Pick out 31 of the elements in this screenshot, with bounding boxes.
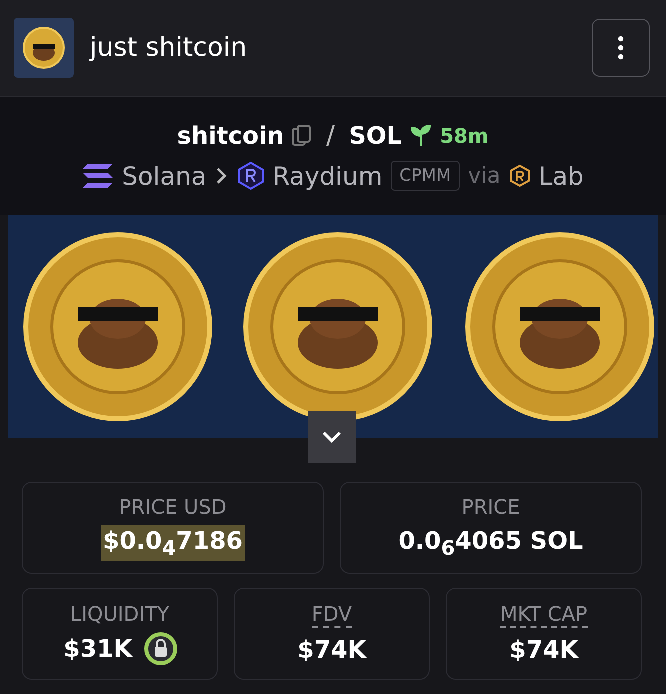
token-title: just shitcoin [90, 33, 248, 63]
sprout-icon [410, 125, 432, 147]
stat-value: $74K [296, 635, 368, 666]
price-label: PRICE USD [119, 494, 227, 519]
pair-age: 58m [440, 124, 489, 148]
expand-button[interactable] [308, 411, 356, 463]
launchpad-name[interactable]: Lab [538, 162, 584, 190]
price-label: PRICE [462, 494, 520, 519]
launchpad-logo-icon [508, 164, 531, 188]
price-value: 0.0$_{6}$4065 SOL [398, 526, 584, 562]
pool-type-tag: CPMM [390, 161, 460, 191]
raydium-logo-icon [236, 161, 265, 191]
base-token-name: shitcoin [177, 122, 284, 150]
stat-label: LIQUIDITY [70, 602, 170, 626]
dex-name[interactable]: Raydium [272, 162, 383, 190]
price-value: $0.0$_{4}$7186 [101, 524, 245, 562]
token-avatar [14, 18, 74, 78]
kebab-menu-icon [618, 36, 624, 60]
stat-value: $31K [62, 634, 134, 665]
stat-label: MKT CAP [500, 602, 588, 628]
copy-icon[interactable] [292, 125, 312, 147]
pair-separator: / [326, 121, 336, 151]
solana-logo-icon [82, 163, 114, 189]
stat-value: $74K [508, 635, 580, 666]
chevron-down-icon [322, 431, 342, 443]
stat-label: FDV [312, 602, 352, 628]
via-text: via [468, 164, 501, 188]
chevron-right-icon [214, 167, 229, 185]
quote-token-name: SOL [349, 122, 402, 150]
more-menu-button[interactable] [592, 19, 650, 77]
chain-name[interactable]: Solana [122, 162, 207, 190]
